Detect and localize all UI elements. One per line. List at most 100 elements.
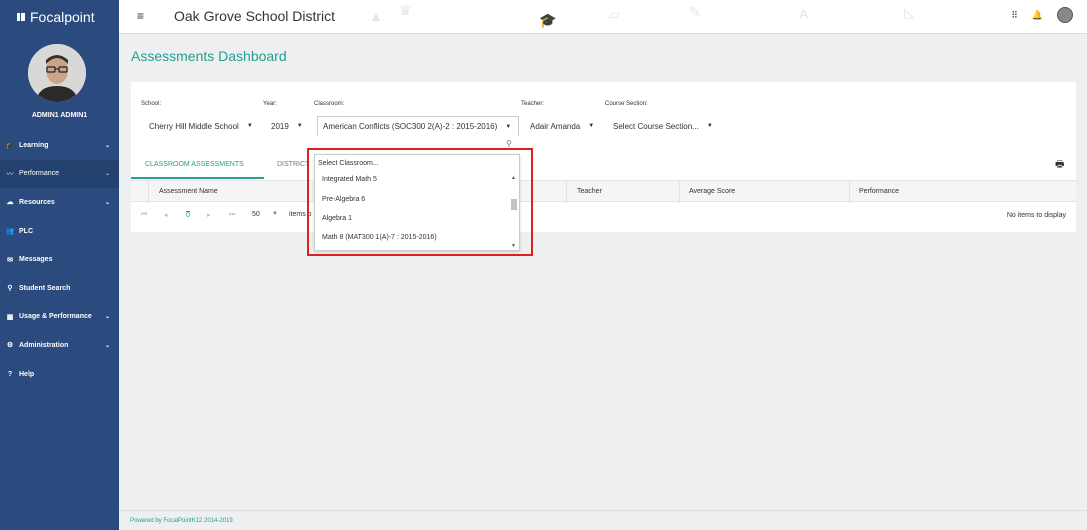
envelope-icon: ✉ <box>7 256 13 264</box>
column-separator <box>148 181 149 203</box>
sidebar-item-label: Administration <box>19 341 69 349</box>
pager: ⏮ ◂ 0 ▸ ⏭ 50 ▼ items p No items to displ… <box>131 203 1076 229</box>
bell-icon[interactable]: 🔔 <box>1032 10 1043 21</box>
current-page[interactable]: 0 <box>186 211 190 219</box>
footer-text: Powered by FocalPointK12 2014-2019 <box>130 518 233 524</box>
footer: Powered by FocalPointK12 2014-2019 <box>119 510 1087 530</box>
users-icon: 👥 <box>5 228 15 236</box>
sidebar-nav: 🎓 Learning ⌄ 〰 Performance ⌄ ☁ Resources… <box>0 131 119 388</box>
top-bar: ≡ Oak Grove School District ▲ ♛ 🎓 ▱ ✎ A … <box>119 0 1087 34</box>
course-section-select[interactable]: Select Course Section... ▼ <box>608 116 720 136</box>
school-select-value: Cherry Hill Middle School <box>149 121 239 131</box>
chevron-down-icon: ⌄ <box>104 142 110 149</box>
sidebar-item-help[interactable]: ? Help <box>0 360 119 389</box>
tab-classroom-assessments[interactable]: CLASSROOM ASSESSMENTS <box>131 155 264 179</box>
column-separator <box>679 181 680 203</box>
classroom-select[interactable]: American Conflicts (SOC300 2(A)-2 : 2015… <box>317 116 519 136</box>
teacher-select[interactable]: Adair Amanda ▼ <box>525 116 601 136</box>
sidebar-item-learning[interactable]: 🎓 Learning ⌄ <box>0 131 119 160</box>
scroll-up-icon[interactable]: ▲ <box>511 175 516 181</box>
avatar-portrait-icon <box>28 44 86 102</box>
column-teacher[interactable]: Teacher <box>577 181 602 203</box>
question-icon: ? <box>7 370 13 378</box>
caret-down-icon[interactable]: ▼ <box>272 211 278 217</box>
decorative-trophy-icon: ♛ <box>399 2 412 18</box>
school-label: School: <box>141 101 162 107</box>
caret-down-icon: ▼ <box>246 123 253 129</box>
classroom-select-value: American Conflicts (SOC300 2(A)-2 : 2015… <box>323 122 498 131</box>
column-average-score[interactable]: Average Score <box>689 181 735 203</box>
sidebar-item-resources[interactable]: ☁ Resources ⌄ <box>0 188 119 217</box>
teacher-select-value: Adair Amanda <box>530 121 581 131</box>
sidebar-item-messages[interactable]: ✉ Messages <box>0 245 119 274</box>
print-icon[interactable]: 🖶 <box>1055 157 1064 174</box>
user-avatar[interactable] <box>28 44 86 102</box>
sidebar-item-label: Learning <box>19 141 49 149</box>
dropdown-scrollbar[interactable]: ▲ ▼ <box>510 175 518 249</box>
caret-down-icon: ▼ <box>505 123 512 130</box>
district-name: Oak Grove School District <box>174 8 336 24</box>
scrollbar-thumb[interactable] <box>511 199 517 210</box>
decorative-ruler-icon: ▱ <box>609 6 620 22</box>
year-select-value: 2019 <box>271 121 289 131</box>
graduation-cap-icon: 🎓 <box>5 142 15 150</box>
search-icon: ⚲ <box>7 285 13 293</box>
teacher-label: Teacher: <box>521 101 545 107</box>
dropdown-option[interactable]: Math 8 (MAT300 1(A)-7 : 2015-2016) <box>322 234 437 241</box>
top-bar-actions: ⠿ 🔔 <box>1011 7 1073 23</box>
sidebar-item-label: Usage & Performance <box>19 313 92 321</box>
decorative-triangle-icon: ▲ <box>369 8 383 24</box>
prev-page-icon[interactable]: ◂ <box>164 211 168 219</box>
items-per-page-label: items p <box>289 211 312 218</box>
page-size-value[interactable]: 50 <box>252 211 260 218</box>
gear-icon: ⚙ <box>6 342 14 350</box>
column-performance[interactable]: Performance <box>859 181 899 203</box>
dropdown-option[interactable]: Pre-Algebra 6 <box>322 196 365 203</box>
classroom-label: Classroom: <box>314 101 345 107</box>
page-title: Assessments Dashboard <box>131 48 287 64</box>
year-select[interactable]: 2019 ▼ <box>266 116 312 136</box>
dropdown-option[interactable]: Integrated Math 5 <box>322 176 377 183</box>
sidebar-item-label: Performance <box>19 170 60 178</box>
next-page-icon[interactable]: ▸ <box>207 211 211 219</box>
sidebar-item-label: Resources <box>19 198 55 206</box>
sidebar-item-label: PLC <box>19 227 33 235</box>
sidebar-item-student-search[interactable]: ⚲ Student Search <box>0 274 119 303</box>
sidebar-item-administration[interactable]: ⚙ Administration ⌄ <box>0 331 119 360</box>
year-label: Year: <box>263 101 277 107</box>
sidebar-item-plc[interactable]: 👥 PLC <box>0 217 119 246</box>
chevron-down-icon: ⌄ <box>104 342 110 349</box>
sidebar-item-label: Help <box>19 370 35 378</box>
decorative-pencil-icon: ✎ <box>689 4 701 20</box>
caret-down-icon: ▼ <box>296 123 303 129</box>
column-assessment-name[interactable]: Assessment Name <box>159 181 218 203</box>
caret-down-icon: ▼ <box>588 123 595 129</box>
decorative-graduation-cap-icon: 🎓 <box>539 12 557 28</box>
tab-district[interactable]: DISTRICT <box>277 155 309 179</box>
apps-grid-icon[interactable]: ⠿ <box>1011 10 1018 21</box>
scroll-down-icon[interactable]: ▼ <box>511 243 516 249</box>
top-user-avatar[interactable] <box>1057 7 1073 23</box>
first-page-icon[interactable]: ⏮ <box>141 211 147 219</box>
last-page-icon[interactable]: ⏭ <box>229 211 235 219</box>
brand[interactable]: Focalpoint <box>0 0 119 34</box>
dropdown-option[interactable]: Algebra 1 <box>322 215 352 222</box>
dropdown-placeholder[interactable]: Select Classroom... <box>318 160 379 167</box>
sidebar-item-performance[interactable]: 〰 Performance ⌄ <box>0 159 119 189</box>
decorative-letter-icon: A <box>799 6 809 22</box>
course-section-label: Course Section: <box>605 101 648 107</box>
chevron-down-icon: ⌄ <box>104 171 110 178</box>
sidebar: Focalpoint ADMIN1 ADMIN1 🎓 Learning ⌄ 〰 … <box>0 0 119 530</box>
classroom-dropdown: Select Classroom... Integrated Math 5 Pr… <box>314 154 520 251</box>
school-select[interactable]: Cherry Hill Middle School ▼ <box>144 116 259 136</box>
chevron-down-icon: ⌄ <box>104 199 110 206</box>
sidebar-item-label: Messages <box>19 256 53 264</box>
search-icon: ⚲ <box>506 139 512 148</box>
focalpoint-logo-icon <box>17 13 25 21</box>
hamburger-menu-icon[interactable]: ≡ <box>137 9 144 23</box>
user-name: ADMIN1 ADMIN1 <box>31 112 88 119</box>
decorative-set-square-icon: ◺ <box>904 4 915 20</box>
table-header: Assessment Name Teacher Average Score Pe… <box>131 180 1076 203</box>
sidebar-item-usage-performance[interactable]: ▦ Usage & Performance ⌄ <box>0 303 119 332</box>
caret-down-icon: ▼ <box>706 123 713 129</box>
